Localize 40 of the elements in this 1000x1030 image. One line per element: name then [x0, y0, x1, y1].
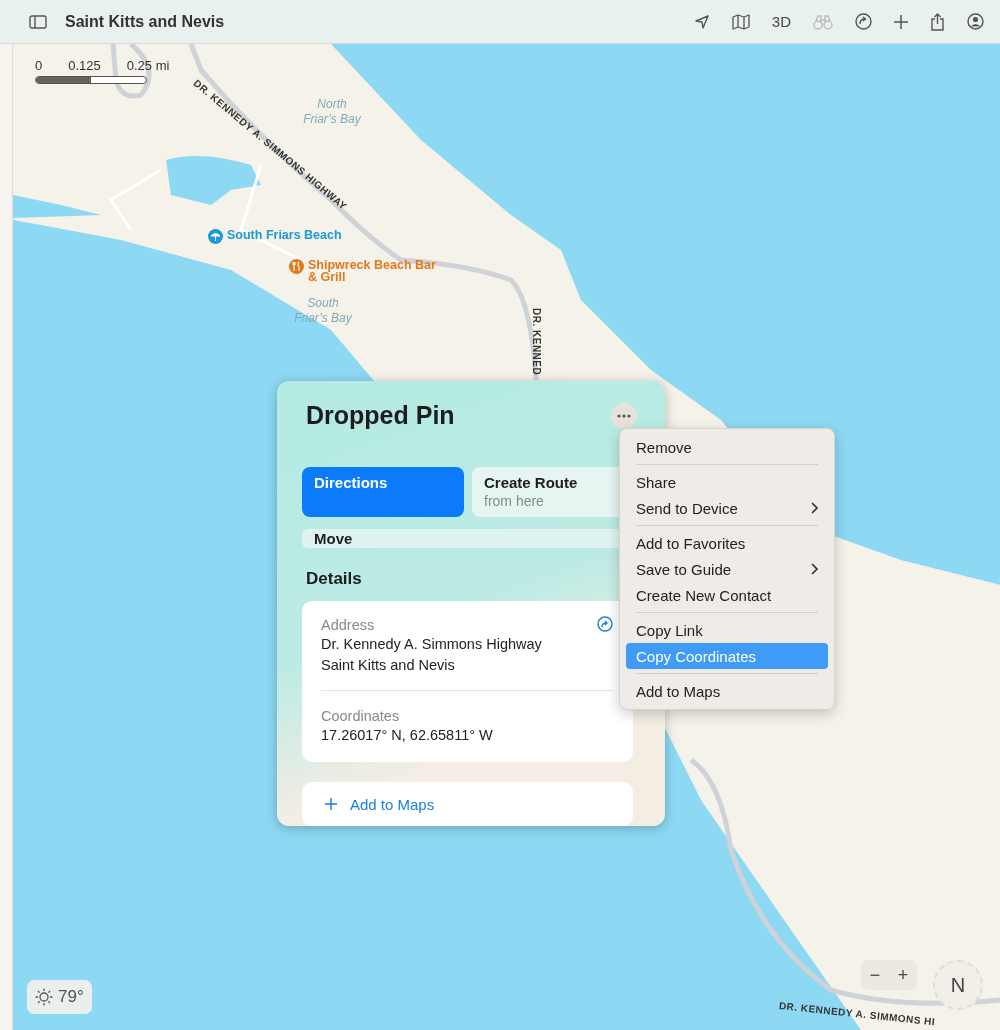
field-label: Address [321, 616, 376, 635]
add-to-maps-button[interactable]: Add to Maps [302, 782, 633, 826]
card-title: Dropped Pin [306, 401, 455, 430]
road-label: DR. KENNED [531, 308, 542, 376]
address-text: Saint Kitts and Nevis [321, 656, 456, 676]
zoom-out-button[interactable]: − [861, 960, 889, 990]
temperature-text: 79° [58, 987, 84, 1007]
weather-badge[interactable]: 79° [27, 980, 92, 1014]
scale-label: 0.25 mi [126, 58, 170, 73]
menu-item[interactable]: Save to Guide [626, 556, 828, 582]
menu-item[interactable]: Remove [626, 434, 828, 460]
menu-item[interactable]: Create New Contact [626, 582, 828, 608]
menu-item[interactable]: Add to Maps [626, 678, 828, 704]
map-icon[interactable] [731, 13, 750, 30]
chevron-right-icon [811, 502, 818, 514]
road-label: DR. KENNEDY A. SIMMONS HI [778, 1000, 936, 1028]
account-icon[interactable] [967, 13, 984, 30]
chevron-right-icon [811, 563, 818, 575]
window-title: Saint Kitts and Nevis [65, 12, 225, 31]
address-text: Dr. Kennedy A. Simmons Highway [321, 635, 542, 655]
directions-button[interactable]: Directions [302, 467, 464, 517]
3d-button[interactable]: 3D [771, 13, 791, 30]
zoom-in-button[interactable]: + [889, 960, 917, 990]
plus-icon[interactable] [894, 14, 908, 29]
umbrella-pin-icon[interactable] [208, 229, 223, 244]
section-heading: Details [306, 569, 363, 590]
sun-icon [35, 988, 53, 1006]
scale-label: 0.125 [68, 58, 101, 73]
fork-knife-pin-icon[interactable] [289, 259, 304, 274]
sidebar-icon[interactable] [29, 14, 47, 29]
bay-label: North Friar’s Bay [302, 97, 362, 127]
ellipsis-icon [617, 413, 631, 418]
menu-item[interactable]: Copy Link [626, 617, 828, 643]
plus-icon [324, 797, 338, 811]
coordinates-text: 17.26017° N, 62.65811° W [321, 726, 494, 746]
field-label: Coordinates [321, 707, 401, 726]
scale-label: 0 [35, 58, 43, 73]
share-icon[interactable] [930, 12, 945, 31]
location-arrow-icon[interactable] [693, 13, 710, 30]
rotate-icon[interactable] [855, 13, 872, 30]
